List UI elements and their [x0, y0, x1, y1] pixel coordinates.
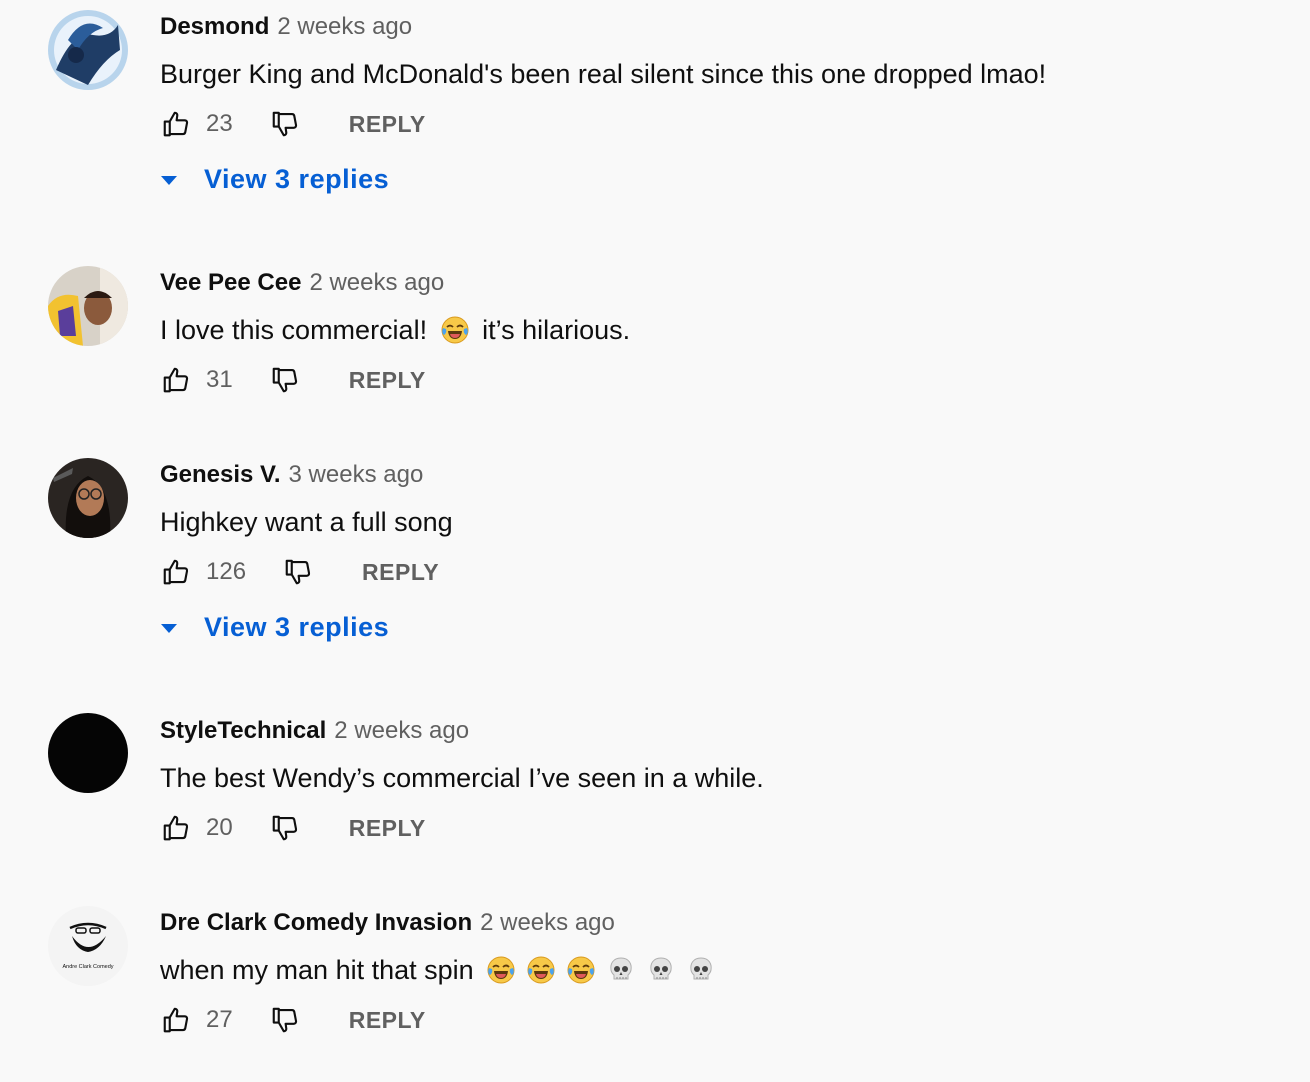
- caret-down-icon: [160, 171, 178, 189]
- like-count: 31: [206, 366, 233, 393]
- dislike-button[interactable]: [269, 1004, 301, 1036]
- comment-time[interactable]: 2 weeks ago: [309, 269, 444, 296]
- author-name[interactable]: Vee Pee Cee: [160, 269, 301, 296]
- comment-time[interactable]: 2 weeks ago: [334, 717, 469, 744]
- view-replies-label: View 3 replies: [204, 612, 390, 642]
- reply-button[interactable]: REPLY: [349, 1007, 426, 1034]
- comment-text-part: it’s hilarious.: [482, 315, 631, 345]
- thumbs-up-icon: [161, 109, 191, 139]
- thumbs-up-icon: [161, 813, 191, 843]
- reply-button[interactable]: REPLY: [362, 559, 439, 586]
- thumbs-up-icon: [161, 365, 191, 395]
- laugh-emoji-icon: [526, 955, 556, 985]
- comment-actions: 126 REPLY: [160, 552, 439, 592]
- comment-actions: 31 REPLY: [160, 360, 426, 400]
- author-name[interactable]: Desmond: [160, 13, 269, 40]
- comment-time[interactable]: 3 weeks ago: [289, 461, 424, 488]
- avatar[interactable]: Andre Clark Comedy: [48, 906, 128, 986]
- reply-button[interactable]: REPLY: [349, 815, 426, 842]
- comment-text-part: I love this commercial!: [160, 315, 428, 345]
- like-button[interactable]: [160, 812, 192, 844]
- comment-text: The best Wendy’s commercial I’ve seen in…: [160, 763, 764, 793]
- like-button[interactable]: [160, 108, 192, 140]
- avatar-image: [48, 266, 128, 346]
- comment-text: I love this commercial! it’s hilarious.: [160, 313, 630, 347]
- thumbs-up-icon: [161, 1005, 191, 1035]
- like-count: 126: [206, 558, 247, 585]
- like-count: 23: [206, 110, 233, 137]
- reply-button[interactable]: REPLY: [349, 111, 426, 138]
- thumbs-down-icon: [270, 109, 300, 139]
- like-count: 20: [206, 814, 233, 841]
- dislike-button[interactable]: [282, 556, 314, 588]
- comment-actions: 20 REPLY: [160, 808, 426, 848]
- comment-time[interactable]: 2 weeks ago: [277, 13, 412, 40]
- like-button[interactable]: [160, 364, 192, 396]
- caret-down-icon: [160, 619, 178, 637]
- skull-emoji-icon: [686, 955, 716, 985]
- author-name[interactable]: Genesis V.: [160, 461, 281, 488]
- author-name[interactable]: Dre Clark Comedy Invasion: [160, 909, 472, 936]
- author-name[interactable]: StyleTechnical: [160, 717, 326, 744]
- laugh-emoji-icon: [486, 955, 516, 985]
- avatar-image: [48, 458, 128, 538]
- comment-text: Highkey want a full song: [160, 507, 453, 537]
- view-replies-button[interactable]: View 3 replies: [160, 164, 389, 195]
- skull-emoji-icon: [606, 955, 636, 985]
- reply-button[interactable]: REPLY: [349, 367, 426, 394]
- dislike-button[interactable]: [269, 364, 301, 396]
- avatar[interactable]: [48, 10, 128, 90]
- skull-emoji-icon: [646, 955, 676, 985]
- thumbs-down-icon: [270, 1005, 300, 1035]
- comment-text-part: when my man hit that spin: [160, 955, 474, 985]
- comment-text: when my man hit that spin: [160, 953, 721, 987]
- thumbs-down-icon: [270, 365, 300, 395]
- avatar[interactable]: [48, 458, 128, 538]
- thumbs-up-icon: [161, 557, 191, 587]
- comment-time[interactable]: 2 weeks ago: [480, 909, 615, 936]
- comment-actions: 23 REPLY: [160, 104, 426, 144]
- view-replies-label: View 3 replies: [204, 164, 390, 194]
- like-button[interactable]: [160, 1004, 192, 1036]
- dislike-button[interactable]: [269, 812, 301, 844]
- like-count: 27: [206, 1006, 233, 1033]
- laugh-emoji-icon: [440, 315, 470, 345]
- avatar[interactable]: [48, 266, 128, 346]
- avatar-image: [48, 10, 128, 90]
- view-replies-button[interactable]: View 3 replies: [160, 612, 389, 643]
- dislike-button[interactable]: [269, 108, 301, 140]
- comment-actions: 27 REPLY: [160, 1000, 426, 1040]
- avatar-image: [48, 713, 128, 793]
- avatar-image: Andre Clark Comedy: [48, 906, 128, 986]
- thumbs-down-icon: [283, 557, 313, 587]
- like-button[interactable]: [160, 556, 192, 588]
- laugh-emoji-icon: [566, 955, 596, 985]
- thumbs-down-icon: [270, 813, 300, 843]
- avatar[interactable]: [48, 713, 128, 793]
- avatar-caption: Andre Clark Comedy: [62, 964, 113, 970]
- comment-text: Burger King and McDonald's been real sil…: [160, 59, 1047, 89]
